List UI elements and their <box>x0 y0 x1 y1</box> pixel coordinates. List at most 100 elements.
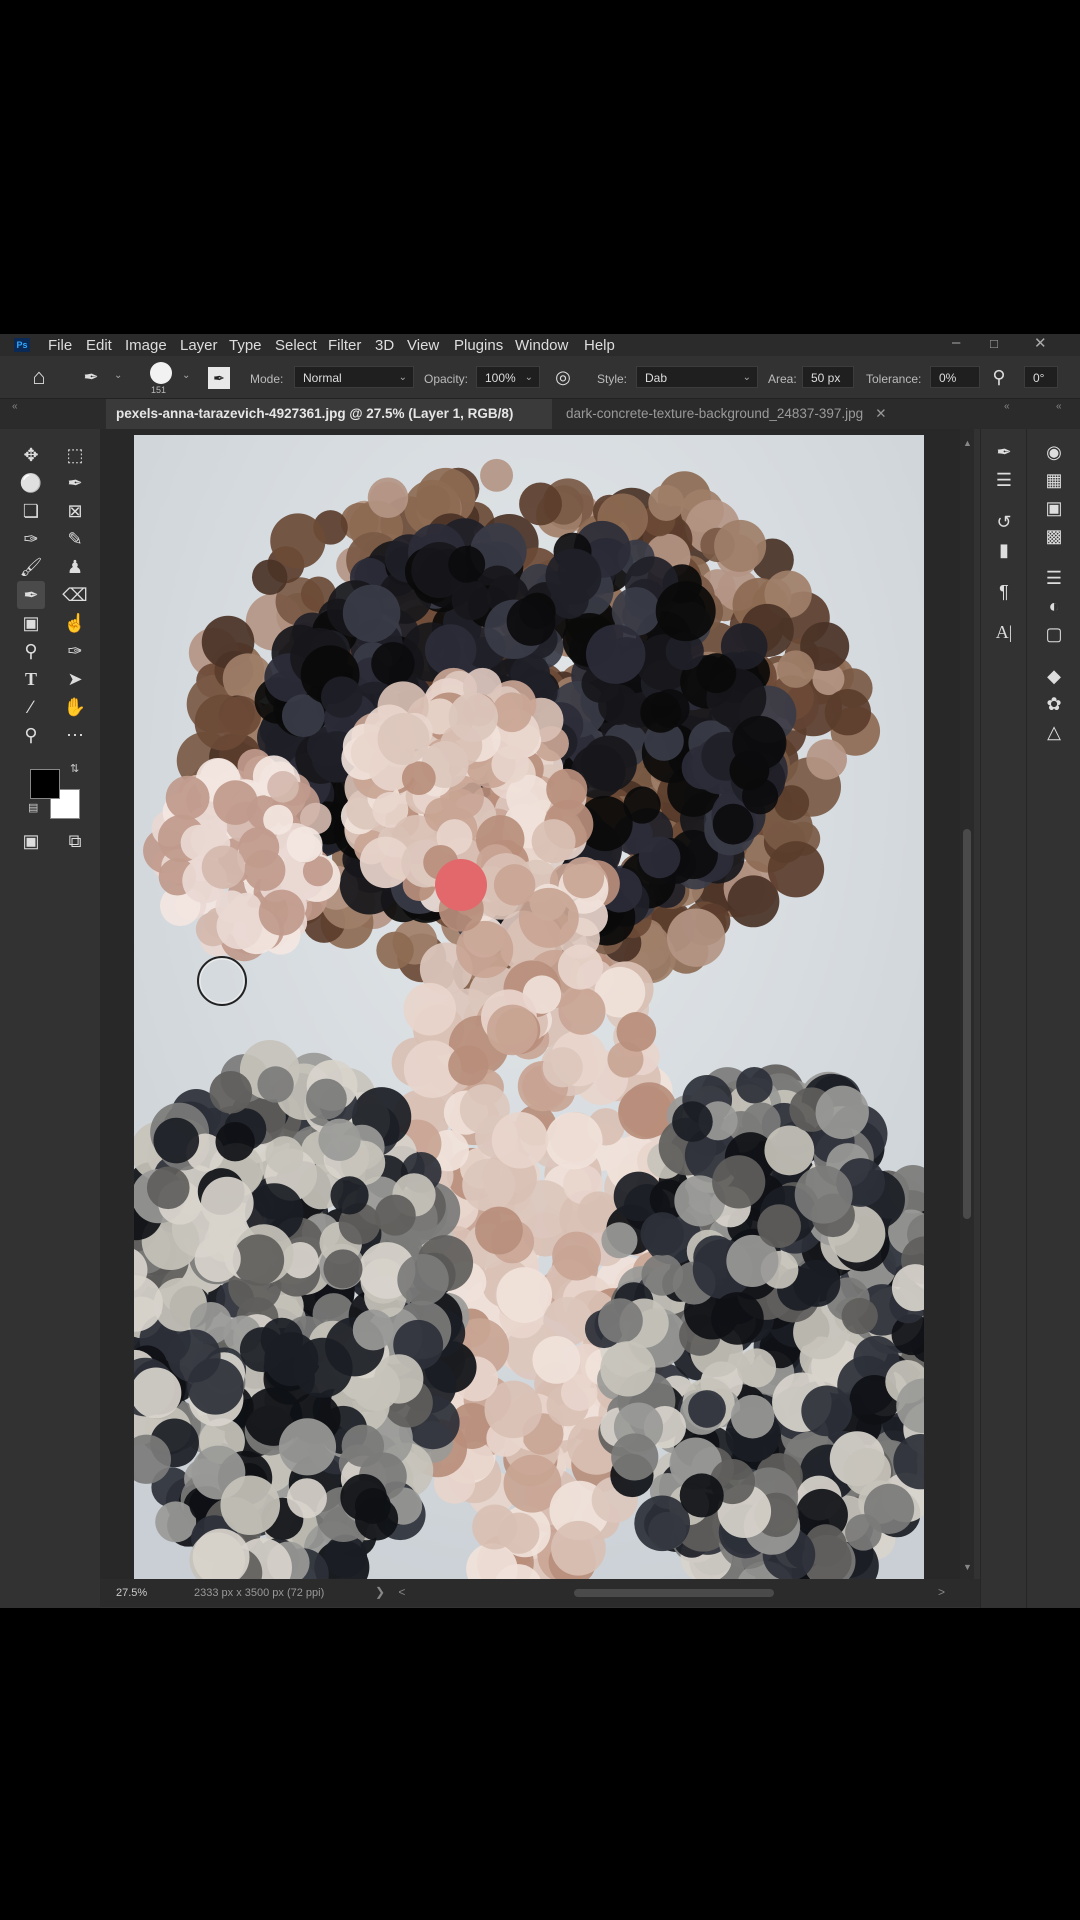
tolerance-value: 0% <box>939 371 957 385</box>
menu-help[interactable]: Help <box>584 337 615 354</box>
collapse-toolbar-icon[interactable]: « <box>12 401 18 412</box>
canvas-area[interactable] <box>100 429 968 1579</box>
paths-icon[interactable]: △ <box>1039 719 1069 745</box>
foreground-color-swatch[interactable] <box>30 769 60 799</box>
tool-preset-chevron-icon[interactable]: ⌄ <box>114 370 122 381</box>
style-chevron-icon: ⌄ <box>742 372 751 383</box>
style-select[interactable]: Dab ⌄ <box>636 366 758 388</box>
paragraph-icon[interactable]: ¶ <box>989 579 1019 605</box>
swap-colors-icon[interactable]: ⇅ <box>70 762 79 775</box>
dodge-tool-icon[interactable]: ⚲ <box>17 637 45 665</box>
menu-layer[interactable]: Layer <box>180 337 218 354</box>
close-icon[interactable]: ✕ <box>1034 334 1047 352</box>
eraser-icon[interactable]: ⌫ <box>61 581 89 609</box>
menu-view[interactable]: View <box>407 337 439 354</box>
screen-mode-icon[interactable]: ⧉ <box>61 827 89 855</box>
collapse-panels-icon[interactable]: « <box>1004 401 1010 412</box>
pen-tool-icon[interactable]: ✑ <box>61 637 89 665</box>
more-tools-icon[interactable]: ⋯ <box>61 721 89 749</box>
painted-portrait-image <box>134 435 924 1579</box>
gradients-icon[interactable]: ▣ <box>1039 495 1069 521</box>
properties-icon[interactable]: ☰ <box>1039 565 1069 591</box>
menu-3d[interactable]: 3D <box>375 337 394 354</box>
layers-icon[interactable]: ◆ <box>1039 663 1069 689</box>
search-icon[interactable]: ⚲ <box>984 364 1014 390</box>
style-label: Style: <box>597 372 628 386</box>
line-tool-icon[interactable]: ∕ <box>17 693 45 721</box>
vertical-scrollbar[interactable] <box>960 429 974 1579</box>
color-icon[interactable]: ◉ <box>1039 439 1069 465</box>
default-colors-icon[interactable]: ▤ <box>28 801 38 814</box>
history-icon[interactable]: ↺ <box>989 509 1019 535</box>
minimize-icon[interactable]: – <box>952 334 960 351</box>
brush-preview-icon[interactable] <box>150 362 172 384</box>
comments-icon[interactable]: ▮ <box>989 537 1019 563</box>
brush-picker-chevron-icon[interactable]: ⌄ <box>182 370 190 381</box>
menu-image[interactable]: Image <box>125 337 167 354</box>
gradient-tool-icon[interactable]: ▣ <box>17 609 45 637</box>
restore-icon[interactable]: □ <box>990 336 998 351</box>
mode-value: Normal <box>303 371 342 385</box>
document-tab-bar: « pexels-anna-tarazevich-4927361.jpg @ 2… <box>0 399 1080 451</box>
tab-pexels-document[interactable]: pexels-anna-tarazevich-4927361.jpg @ 27.… <box>106 399 552 451</box>
hand-tool-icon[interactable]: ✋ <box>61 693 89 721</box>
brush-presets-icon[interactable]: ☰ <box>989 467 1019 493</box>
photoshop-window: Ps File Edit Image Layer Type Select Fil… <box>0 334 1080 1608</box>
brush-settings-toggle-icon[interactable]: ✒ <box>208 367 230 389</box>
collapse-dock-icon[interactable]: « <box>1056 401 1062 412</box>
brush-settings-icon[interactable]: ✒ <box>989 439 1019 465</box>
zoom-level[interactable]: 27.5% <box>116 1587 147 1599</box>
adjustments-icon[interactable]: ◐ <box>1039 593 1069 619</box>
path-selection-icon[interactable]: ➤ <box>61 665 89 693</box>
swatches-icon[interactable]: ▦ <box>1039 467 1069 493</box>
crop-tool-icon[interactable]: ❏ <box>17 497 45 525</box>
quick-selection-icon[interactable]: ✒ <box>61 469 89 497</box>
document-canvas[interactable] <box>134 435 924 1579</box>
brush-tool-icon[interactable]: 🖌 <box>17 553 45 581</box>
healing-brush-icon[interactable]: ✎ <box>61 525 89 553</box>
eyedropper-icon[interactable]: ✑ <box>17 525 45 553</box>
tab-concrete-document[interactable]: dark-concrete-texture-background_24837-3… <box>556 399 936 429</box>
move-tool-icon[interactable]: ✥ <box>17 441 45 469</box>
menu-file[interactable]: File <box>48 337 72 354</box>
art-history-brush-tool-icon[interactable]: ✒ <box>76 364 106 390</box>
menu-window[interactable]: Window <box>515 337 568 354</box>
clone-stamp-icon[interactable]: ♟ <box>61 553 89 581</box>
menu-filter[interactable]: Filter <box>328 337 361 354</box>
lasso-tool-icon[interactable]: ⚪ <box>17 469 45 497</box>
zoom-tool-icon[interactable]: ⚲ <box>17 721 45 749</box>
menu-plugins[interactable]: Plugins <box>454 337 503 354</box>
patterns-icon[interactable]: ▩ <box>1039 523 1069 549</box>
type-tool-icon[interactable]: T <box>17 665 45 693</box>
menu-type[interactable]: Type <box>229 337 262 354</box>
scroll-right-icon[interactable]: > <box>938 1585 945 1599</box>
menu-edit[interactable]: Edit <box>86 337 112 354</box>
art-history-brush-icon[interactable]: ✒ <box>17 581 45 609</box>
close-tab-icon[interactable]: ✕ <box>875 406 886 421</box>
mode-label: Mode: <box>250 372 284 386</box>
tolerance-label: Tolerance: <box>866 372 922 386</box>
libraries-icon[interactable]: ▢ <box>1039 621 1069 647</box>
scroll-down-icon[interactable]: ▼ <box>963 1562 972 1572</box>
opacity-field[interactable]: 100% ⌄ <box>476 366 540 388</box>
frame-tool-icon[interactable]: ⊠ <box>61 497 89 525</box>
tolerance-field[interactable]: 0% <box>930 366 980 388</box>
marquee-tool-icon[interactable]: ⬚ <box>61 441 89 469</box>
menu-select[interactable]: Select <box>275 337 317 354</box>
horizontal-scrollbar[interactable] <box>574 1589 774 1597</box>
tools-panel: ✥ ⬚ ⚪ ✒ ❏ ⊠ ✑ ✎ 🖌 ♟ ✒ ⌫ ▣ ☝ ⚲ ✑ T ➤ ∕ ✋ … <box>0 429 88 1608</box>
smudge-tool-icon[interactable]: ☝ <box>61 609 89 637</box>
area-field[interactable]: 50 px <box>802 366 854 388</box>
channels-icon[interactable]: ✿ <box>1039 691 1069 717</box>
scroll-up-icon[interactable]: ▲ <box>963 438 972 448</box>
home-icon[interactable]: ⌂ <box>24 364 54 390</box>
collapsed-panel-strip: ✒ ☰ ↺ ▮ ¶ A| <box>980 429 1027 1608</box>
quick-mask-icon[interactable]: ▣ <box>17 827 45 855</box>
character-icon[interactable]: A| <box>989 619 1019 645</box>
pressure-opacity-icon[interactable]: ◎ <box>548 364 578 390</box>
status-menu-chevron-icon[interactable]: ❯ < <box>375 1585 405 1599</box>
style-value: Dab <box>645 371 668 385</box>
status-bar: 27.5% 2333 px x 3500 px (72 ppi) ❯ < > <box>100 1579 980 1607</box>
mode-select[interactable]: Normal ⌄ <box>294 366 414 388</box>
angle-field[interactable]: 0° <box>1024 366 1058 388</box>
